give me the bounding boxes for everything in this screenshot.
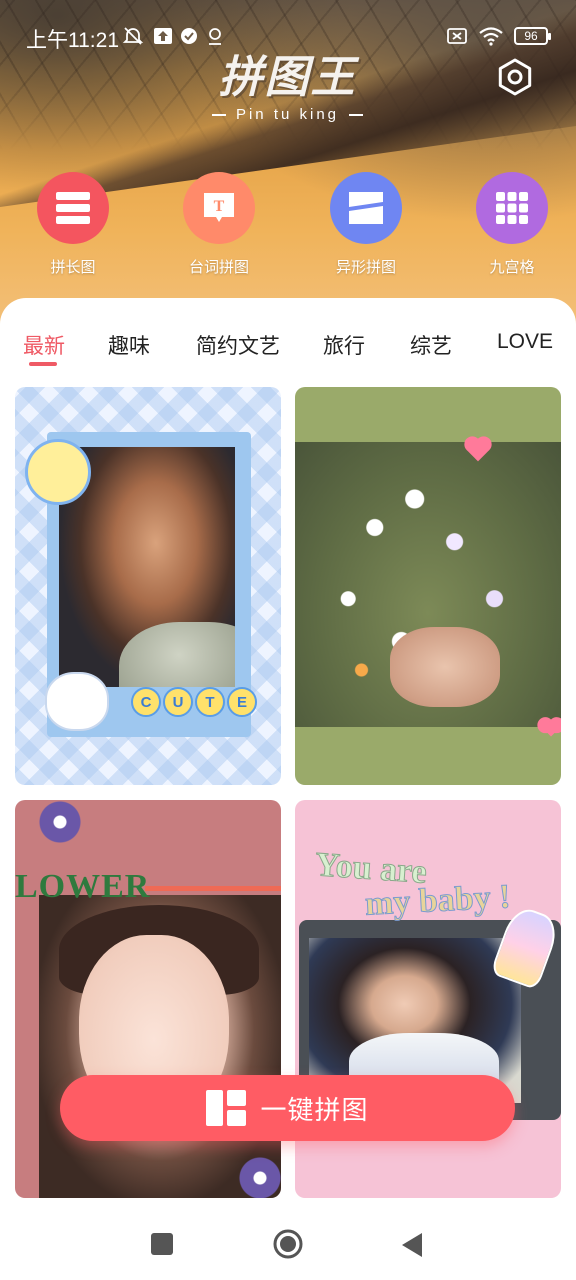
cute-sticker: C U T E: [131, 687, 257, 717]
heart-sticker: [542, 719, 560, 737]
tool-long-stitch[interactable]: 拼长图: [23, 172, 123, 277]
system-nav-bar: [0, 1210, 576, 1280]
template-card[interactable]: [295, 387, 561, 785]
cute-letter: C: [131, 687, 161, 717]
app-logo: 拼图王 Pin tu king: [195, 52, 380, 132]
logo-subtitle-row: Pin tu king: [195, 106, 380, 123]
sticker-text: my baby !: [364, 878, 512, 924]
tool-circle: [476, 172, 548, 244]
cute-letter: U: [163, 687, 193, 717]
one-tap-collage-button[interactable]: 一键拼图: [60, 1075, 515, 1141]
photo-subject: [390, 627, 500, 707]
status-time: 上午11:21: [26, 29, 119, 52]
tool-label: 异形拼图: [335, 258, 396, 276]
tab-fun[interactable]: 趣味: [108, 330, 150, 360]
fab-label: 一键拼图: [260, 1095, 369, 1126]
template-photo: [39, 895, 281, 1198]
tool-circle: T: [183, 172, 255, 244]
settings-icon[interactable]: [496, 58, 534, 96]
home-icon[interactable]: [272, 1228, 304, 1260]
sticker-text: LOWER: [15, 868, 151, 905]
svg-text:T: T: [214, 198, 225, 215]
tool-label: 台词拼图: [188, 258, 249, 276]
battery-indicator: 96: [514, 27, 551, 45]
tool-circle: [330, 172, 402, 244]
flower-sticker: [237, 1156, 281, 1198]
template-card[interactable]: C U T E: [15, 387, 281, 785]
tool-subtitle-stitch[interactable]: T 台词拼图: [169, 172, 269, 277]
tool-grid-nine[interactable]: 九宫格: [462, 172, 562, 277]
category-tabs: 最新 趣味 简约文艺 旅行 综艺 LOVE: [0, 330, 576, 370]
flower-sticker: [37, 800, 83, 844]
logo-dash-left: [211, 113, 226, 116]
template-photo: [295, 442, 561, 727]
tool-label: 九宫格: [489, 258, 535, 276]
puppy-sticker: [45, 672, 109, 731]
tool-shaped-collage[interactable]: 异形拼图: [316, 172, 416, 277]
candy-sticker: [25, 439, 91, 505]
status-bar: 上午11:21 96: [0, 18, 576, 54]
check-circle-icon: [181, 28, 197, 44]
shaped-collage-icon: [349, 192, 383, 224]
active-tab-indicator: [29, 362, 57, 366]
recents-icon[interactable]: [150, 1232, 174, 1256]
cute-letter: E: [227, 687, 257, 717]
wifi-icon: [479, 27, 503, 46]
battery-level: 96: [524, 29, 538, 43]
tab-love[interactable]: LOVE: [497, 330, 553, 354]
tab-variety[interactable]: 综艺: [410, 330, 452, 360]
collage-layout-icon: [206, 1090, 247, 1126]
tool-label: 拼长图: [50, 258, 96, 276]
tab-minimal-art[interactable]: 简约文艺: [196, 330, 280, 360]
logo-title: 拼图王: [218, 52, 357, 103]
grid-nine-icon: [496, 192, 528, 224]
decor-stripe: [145, 886, 281, 891]
upload-icon: [154, 28, 172, 44]
tab-travel[interactable]: 旅行: [323, 330, 365, 360]
subtitle-stitch-icon: T: [204, 193, 234, 222]
back-icon[interactable]: [400, 1232, 424, 1258]
mute-notification-icon: [122, 27, 144, 45]
location-icon: [209, 28, 221, 45]
logo-subtitle: Pin tu king: [235, 106, 340, 123]
photo-subject: [119, 622, 235, 687]
cute-letter: T: [195, 687, 225, 717]
tool-circle: [37, 172, 109, 244]
logo-dash-right: [349, 113, 364, 116]
long-stitch-icon: [56, 192, 90, 224]
sim-off-icon: [447, 28, 467, 44]
tab-latest[interactable]: 最新: [23, 330, 65, 360]
